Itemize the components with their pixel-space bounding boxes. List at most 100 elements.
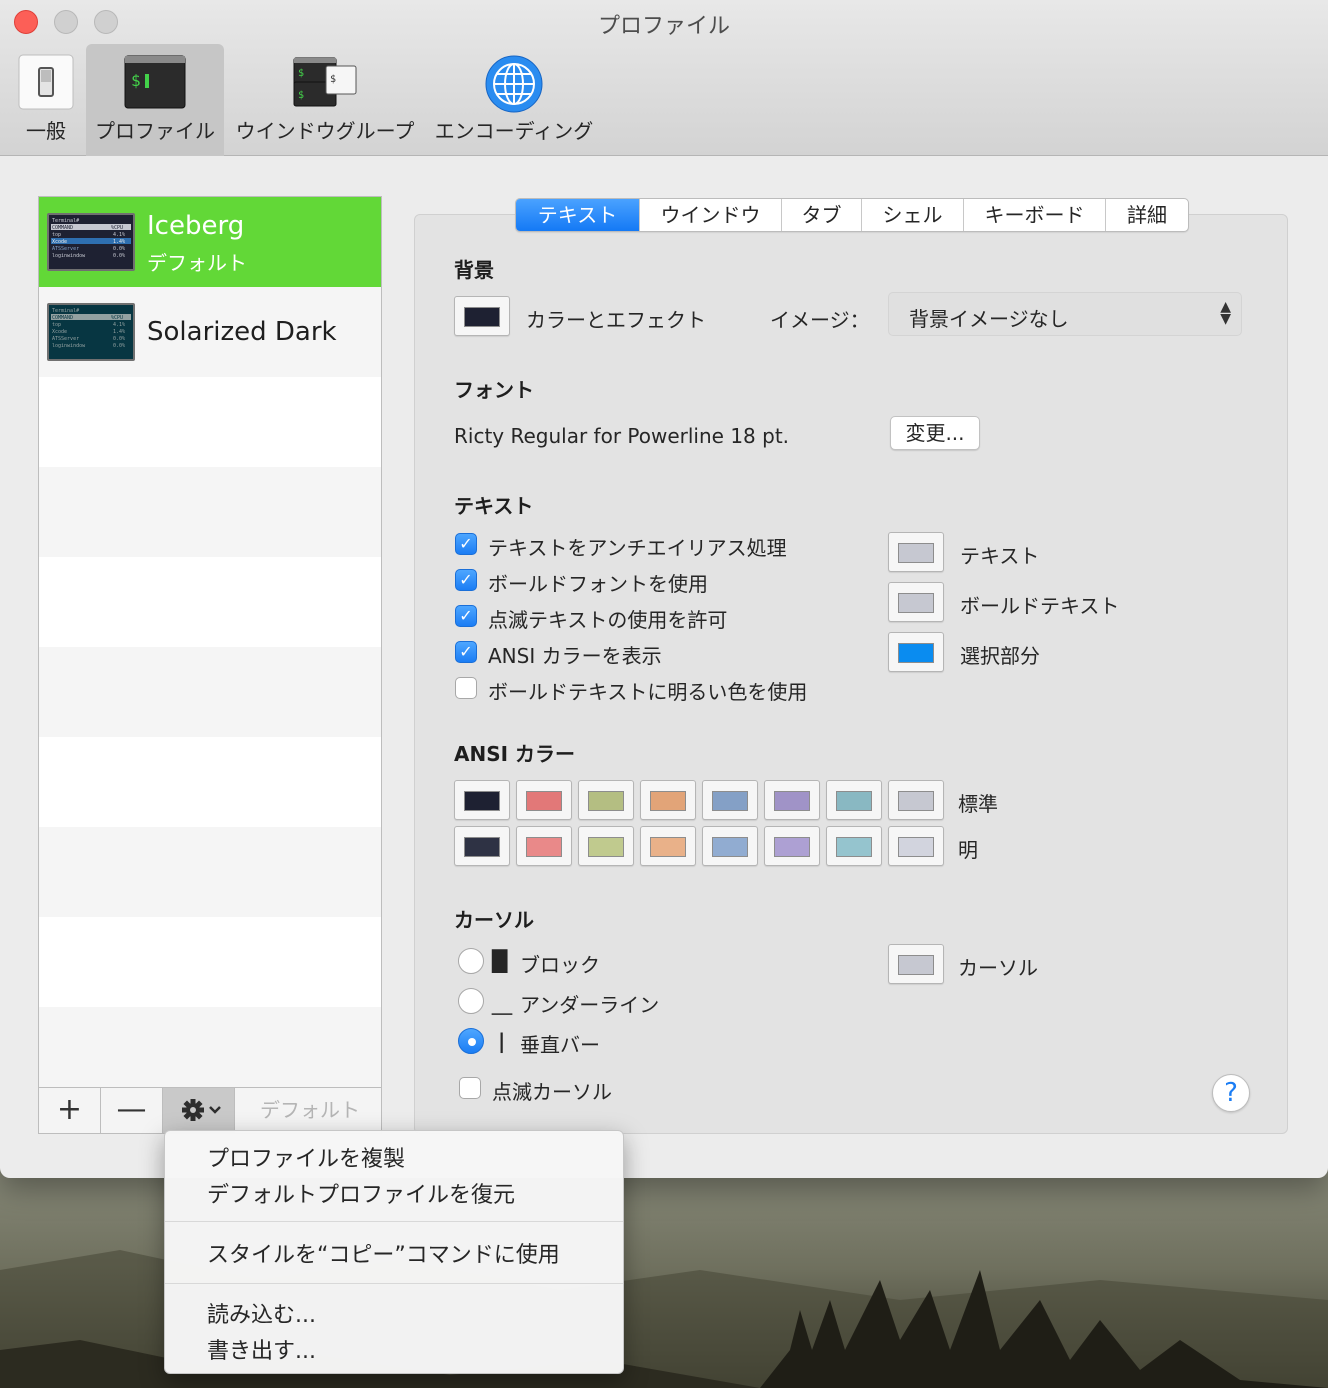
settings-tabs: テキスト ウインドウ タブ シェル キーボード 詳細 bbox=[515, 198, 1189, 232]
font-value: Ricty Regular for Powerline 18 pt. bbox=[454, 424, 790, 448]
ansi-bright-color-well[interactable] bbox=[826, 826, 882, 866]
profile-name: Solarized Dark bbox=[147, 317, 337, 347]
list-empty-row bbox=[39, 377, 381, 467]
change-font-button[interactable]: 変更... bbox=[890, 416, 980, 450]
ansi-bright-color-well[interactable] bbox=[640, 826, 696, 866]
bright-bold-checkbox[interactable] bbox=[455, 677, 477, 699]
color-swatch bbox=[712, 791, 748, 811]
profile-list[interactable]: Terminal# COMMAND %CPU top 4.1% Xcode 1.… bbox=[38, 196, 382, 1134]
blink-cursor-label: 点滅カーソル bbox=[492, 1080, 612, 1104]
help-button[interactable]: ? bbox=[1212, 1074, 1250, 1112]
add-profile-button[interactable]: + bbox=[39, 1088, 101, 1133]
set-default-button[interactable]: デフォルト bbox=[239, 1088, 381, 1133]
profile-thumbnail: Terminal# COMMAND %CPU top 4.1% Xcode 1.… bbox=[47, 213, 135, 271]
section-background: 背景 bbox=[454, 258, 494, 282]
tab-text[interactable]: テキスト bbox=[516, 199, 640, 231]
titlebar: プロファイル 一般 $ プロファイル $ $ $ ウインドウグループ エンコーデ… bbox=[0, 0, 1328, 156]
ansi-bright-label: 明 bbox=[958, 838, 978, 862]
section-text: テキスト bbox=[454, 494, 534, 518]
ansi-bright-color-well[interactable] bbox=[578, 826, 634, 866]
ansi-bright-color-well[interactable] bbox=[454, 826, 510, 866]
color-swatch bbox=[588, 791, 624, 811]
up-down-arrows-icon: ▲ ▼ bbox=[1220, 299, 1231, 327]
blink-text-checkbox[interactable]: ✓ bbox=[455, 605, 477, 627]
menu-item-use-style-for-copy[interactable]: スタイルを“コピー”コマンドに使用 bbox=[207, 1237, 560, 1269]
cursor-color-well[interactable] bbox=[888, 944, 944, 984]
bold-font-checkbox[interactable]: ✓ bbox=[455, 569, 477, 591]
ansi-normal-color-well[interactable] bbox=[888, 780, 944, 820]
tab-keyboard[interactable]: キーボード bbox=[964, 199, 1106, 231]
svg-text:Terminal#: Terminal# bbox=[52, 308, 79, 314]
underline-glyph: ＿ bbox=[492, 993, 512, 1017]
section-font: フォント bbox=[454, 378, 534, 402]
ansi-normal-color-well[interactable] bbox=[640, 780, 696, 820]
ansi-normal-color-well[interactable] bbox=[578, 780, 634, 820]
toolbar-encodings[interactable]: エンコーディング bbox=[430, 44, 598, 156]
ansi-normal-label: 標準 bbox=[958, 792, 998, 816]
bold-text-color-well[interactable] bbox=[888, 582, 944, 622]
color-swatch bbox=[774, 837, 810, 857]
cursor-underline-radio[interactable] bbox=[458, 988, 484, 1014]
ansi-bright-color-well[interactable] bbox=[888, 826, 944, 866]
ansi-colors-label: ANSI カラーを表示 bbox=[488, 644, 662, 668]
menu-item-export[interactable]: 書き出す... bbox=[207, 1333, 316, 1365]
color-swatch bbox=[526, 837, 562, 857]
color-swatch bbox=[712, 837, 748, 857]
cursor-block-radio[interactable] bbox=[458, 948, 484, 974]
svg-text:0.0%: 0.0% bbox=[113, 343, 125, 349]
menu-item-import[interactable]: 読み込む... bbox=[207, 1297, 316, 1329]
tab-window[interactable]: ウインドウ bbox=[640, 199, 782, 231]
tab-shell[interactable]: シェル bbox=[862, 199, 964, 231]
list-empty-row bbox=[39, 1007, 381, 1087]
menu-item-duplicate-profile[interactable]: プロファイルを複製 bbox=[207, 1141, 405, 1173]
action-menu-button[interactable] bbox=[163, 1088, 235, 1133]
svg-text:Terminal#: Terminal# bbox=[52, 218, 79, 224]
color-swatch bbox=[464, 837, 500, 857]
color-swatch bbox=[898, 837, 934, 857]
cursor-vertical-bar-radio[interactable] bbox=[458, 1028, 484, 1054]
ansi-bright-color-well[interactable] bbox=[702, 826, 758, 866]
profile-list-toolbar: + — デフォルト bbox=[39, 1087, 381, 1133]
tab-tab[interactable]: タブ bbox=[782, 199, 862, 231]
svg-text:%CPU: %CPU bbox=[111, 315, 123, 321]
background-image-popup[interactable]: 背景イメージなし ▲ ▼ bbox=[888, 292, 1242, 336]
menu-item-restore-default-profiles[interactable]: デフォルトプロファイルを復元 bbox=[207, 1177, 515, 1209]
ansi-normal-color-well[interactable] bbox=[702, 780, 758, 820]
chevron-down-icon bbox=[208, 1106, 221, 1114]
text-color-well[interactable] bbox=[888, 532, 944, 572]
ansi-normal-color-well[interactable] bbox=[516, 780, 572, 820]
color-effects-label: カラーとエフェクト bbox=[526, 308, 706, 332]
svg-text:COMMAND: COMMAND bbox=[52, 315, 73, 321]
bold-font-label: ボールドフォントを使用 bbox=[488, 572, 708, 596]
toolbar-profiles[interactable]: $ プロファイル bbox=[86, 44, 224, 156]
remove-profile-button[interactable]: — bbox=[101, 1088, 163, 1133]
ansi-bright-color-well[interactable] bbox=[764, 826, 820, 866]
blink-cursor-checkbox[interactable] bbox=[459, 1077, 481, 1099]
toolbar-general[interactable]: 一般 bbox=[12, 44, 80, 156]
list-empty-row bbox=[39, 467, 381, 557]
profile-row-solarized-dark[interactable]: Terminal# COMMAND %CPU top 4.1% Xcode 1.… bbox=[39, 287, 381, 377]
ansi-normal-color-well[interactable] bbox=[764, 780, 820, 820]
list-empty-row bbox=[39, 557, 381, 647]
profile-row-iceberg[interactable]: Terminal# COMMAND %CPU top 4.1% Xcode 1.… bbox=[39, 197, 381, 287]
cursor-color-label: カーソル bbox=[958, 956, 1038, 980]
svg-text:1.4%: 1.4% bbox=[113, 329, 125, 335]
cursor-underline-label: アンダーライン bbox=[520, 993, 660, 1017]
block-glyph: █ bbox=[492, 949, 508, 973]
svg-text:Xcode: Xcode bbox=[52, 239, 67, 245]
ansi-bright-color-well[interactable] bbox=[516, 826, 572, 866]
toolbar-general-label: 一般 bbox=[26, 119, 66, 143]
toolbar-window-groups[interactable]: $ $ $ ウインドウグループ bbox=[232, 44, 418, 156]
ansi-normal-color-well[interactable] bbox=[826, 780, 882, 820]
background-color-well[interactable] bbox=[454, 296, 510, 336]
action-menu: プロファイルを複製 デフォルトプロファイルを復元 スタイルを“コピー”コマンドに… bbox=[164, 1130, 624, 1374]
ansi-normal-color-well[interactable] bbox=[454, 780, 510, 820]
tab-advanced[interactable]: 詳細 bbox=[1106, 199, 1188, 231]
vertical-bar-glyph: | bbox=[498, 1029, 506, 1053]
color-swatch bbox=[898, 543, 934, 563]
antialias-checkbox[interactable]: ✓ bbox=[455, 533, 477, 555]
svg-text:ATSServer: ATSServer bbox=[52, 336, 79, 342]
selection-color-well[interactable] bbox=[888, 632, 944, 672]
ansi-colors-checkbox[interactable]: ✓ bbox=[455, 641, 477, 663]
section-ansi-colors: ANSI カラー bbox=[454, 742, 576, 766]
